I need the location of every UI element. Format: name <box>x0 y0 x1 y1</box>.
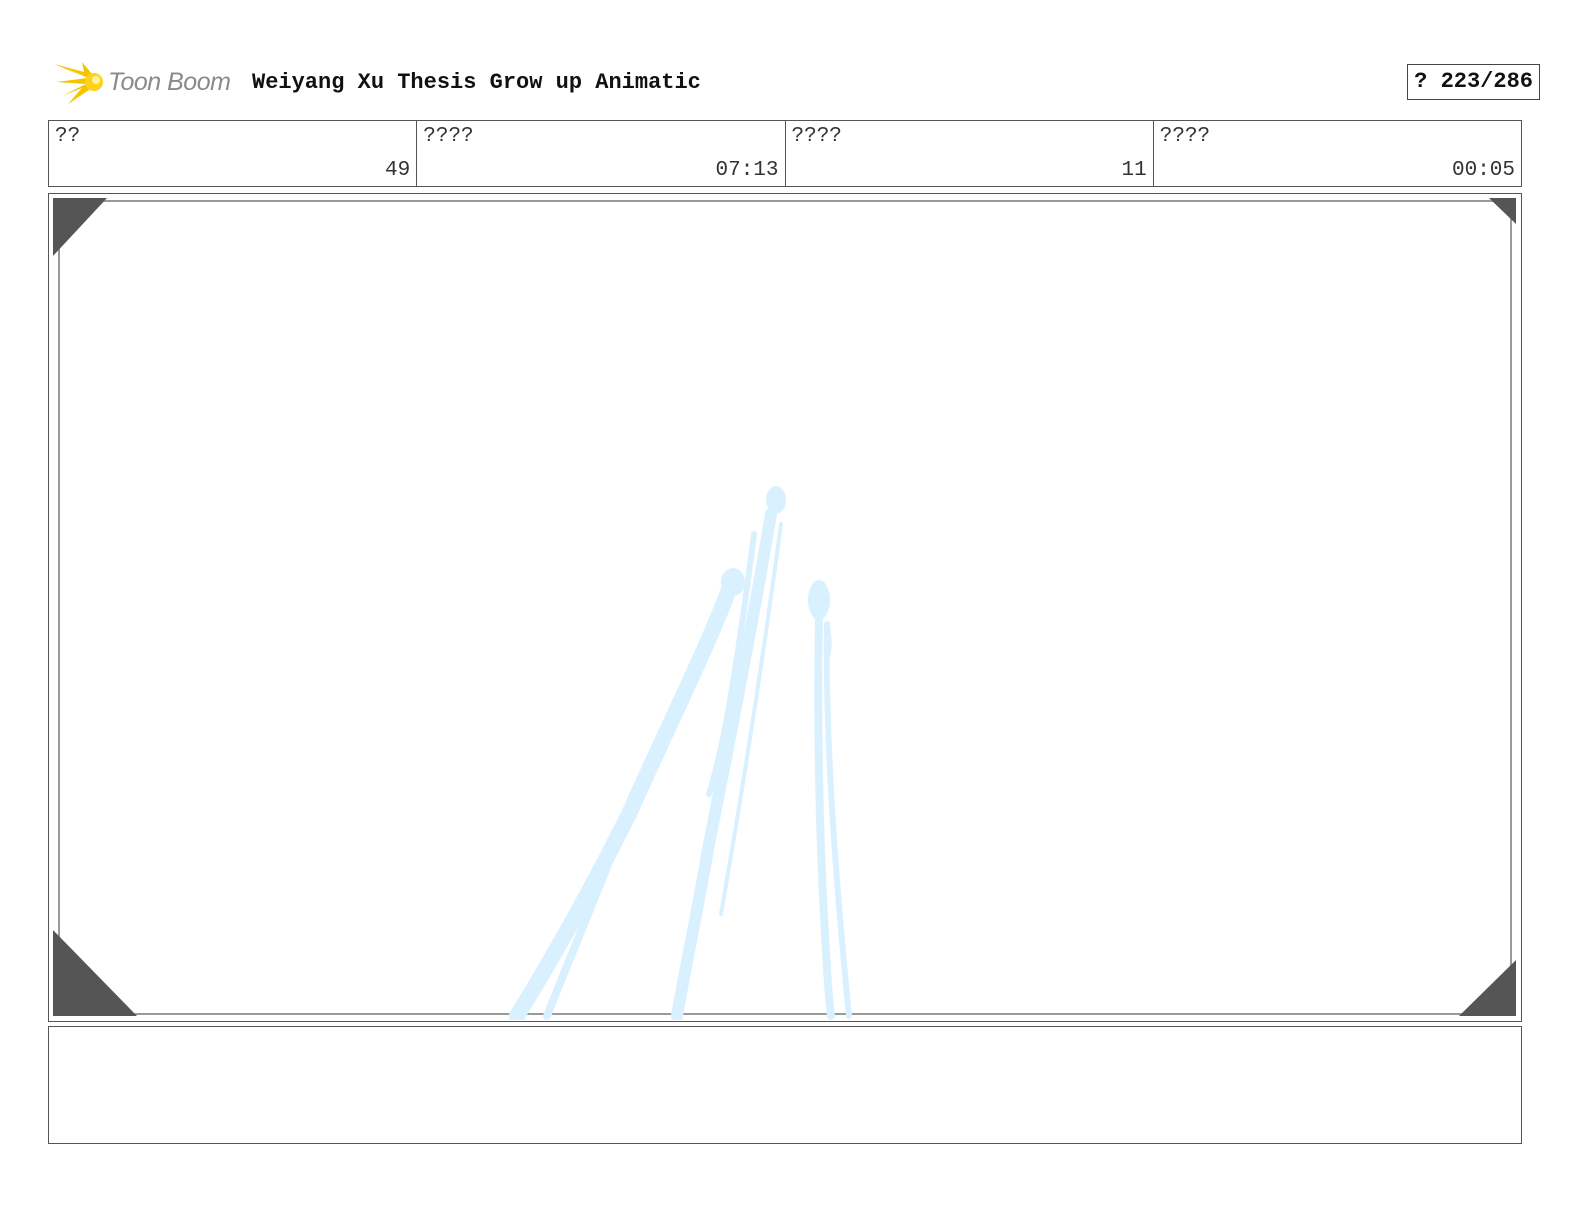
page-counter: ? 223/286 <box>1407 64 1540 100</box>
toon-boom-logo: Toon Boom <box>52 58 242 106</box>
info-label: ???? <box>791 125 842 148</box>
corner-marker-bottom-right <box>1459 960 1516 1016</box>
info-cell-duration: ???? 00:05 <box>1154 121 1521 186</box>
action-notes-box <box>48 1026 1522 1144</box>
info-value: 11 <box>1121 159 1147 182</box>
info-cell-timecode: ???? 07:13 <box>417 121 786 186</box>
corner-marker-top-left <box>53 198 107 256</box>
info-cell-panel: ?? 49 <box>49 121 418 186</box>
storyboard-panel <box>48 193 1522 1022</box>
corner-marker-bottom-left <box>53 930 137 1016</box>
panel-drawing <box>53 198 1516 1020</box>
sun-burst-icon <box>54 62 103 104</box>
info-label: ???? <box>1159 125 1211 148</box>
info-label: ?? <box>55 125 81 148</box>
info-cell-scene: ???? 11 <box>786 121 1154 186</box>
info-label: ???? <box>423 125 474 148</box>
document-title: Weiyang Xu Thesis Grow up Animatic <box>252 70 701 95</box>
info-value: 00:05 <box>1451 159 1515 182</box>
page-header: Toon Boom Weiyang Xu Thesis Grow up Anim… <box>48 56 1540 108</box>
info-value: 49 <box>385 159 411 182</box>
logo-text: Toon Boom <box>108 68 231 96</box>
panel-info-row: ?? 49 ???? 07:13 ???? 11 ???? 00:05 <box>48 120 1522 187</box>
corner-marker-top-right <box>1489 198 1516 224</box>
sketch-figures <box>509 486 852 1020</box>
info-value: 07:13 <box>715 159 779 182</box>
